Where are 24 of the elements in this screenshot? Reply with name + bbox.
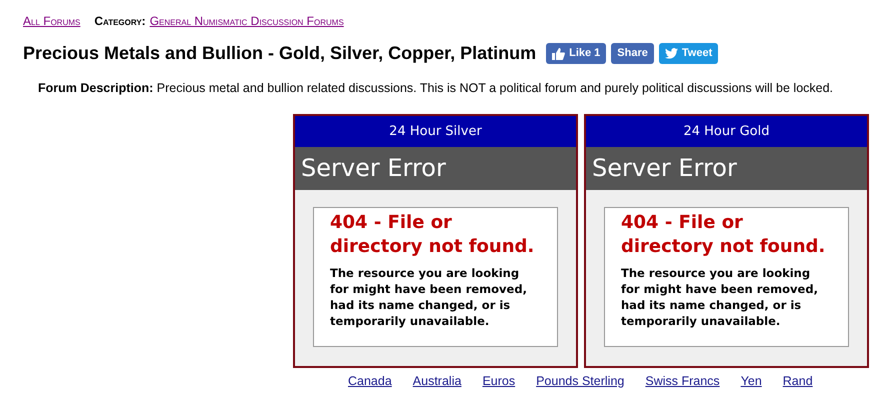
thumbs-up-icon [552, 48, 566, 60]
error-message: The resource you are looking for might have been removed, had its name changed, or is temporarily unavailable. [330, 264, 528, 329]
currency-link[interactable]: Pounds Sterling [536, 372, 624, 390]
forum-description: Forum Description: Precious metal and bullion related discussions. This is NOT a political forum and purely political discussions will be locked. [37, 80, 834, 97]
panel-header: 24 Hour Gold [586, 116, 867, 147]
currency-link[interactable]: Euros [482, 372, 516, 390]
forum-title: Precious Metals and Bullion - Gold, Silver, Copper, Platinum [23, 42, 536, 65]
category-link[interactable]: General Numismatic Discussion Forums [150, 12, 344, 30]
currency-link[interactable]: Yen [740, 372, 762, 390]
error-heading: 404 - File or directory not found. [330, 210, 536, 259]
category-label: Category: [94, 13, 146, 30]
bird-icon [664, 48, 678, 59]
currency-link[interactable]: Canada [348, 372, 392, 390]
error-title: Server Error [295, 146, 576, 190]
all-forums-link[interactable]: All Forums [23, 12, 80, 30]
error-heading: 404 - File or directory not found. [621, 210, 826, 259]
like-button[interactable]: Like 1 [546, 43, 606, 64]
currency-link[interactable]: Swiss Francs [645, 372, 720, 390]
currency-link[interactable]: Australia [412, 372, 462, 390]
error-title: Server Error [586, 146, 867, 190]
currency-link[interactable]: Rand [782, 372, 813, 390]
share-button[interactable]: Share [611, 43, 654, 64]
error-message: The resource you are looking for might have been removed, had its name changed, or is temporarily unavailable. [621, 264, 819, 329]
panel-header: 24 Hour Silver [295, 116, 576, 147]
